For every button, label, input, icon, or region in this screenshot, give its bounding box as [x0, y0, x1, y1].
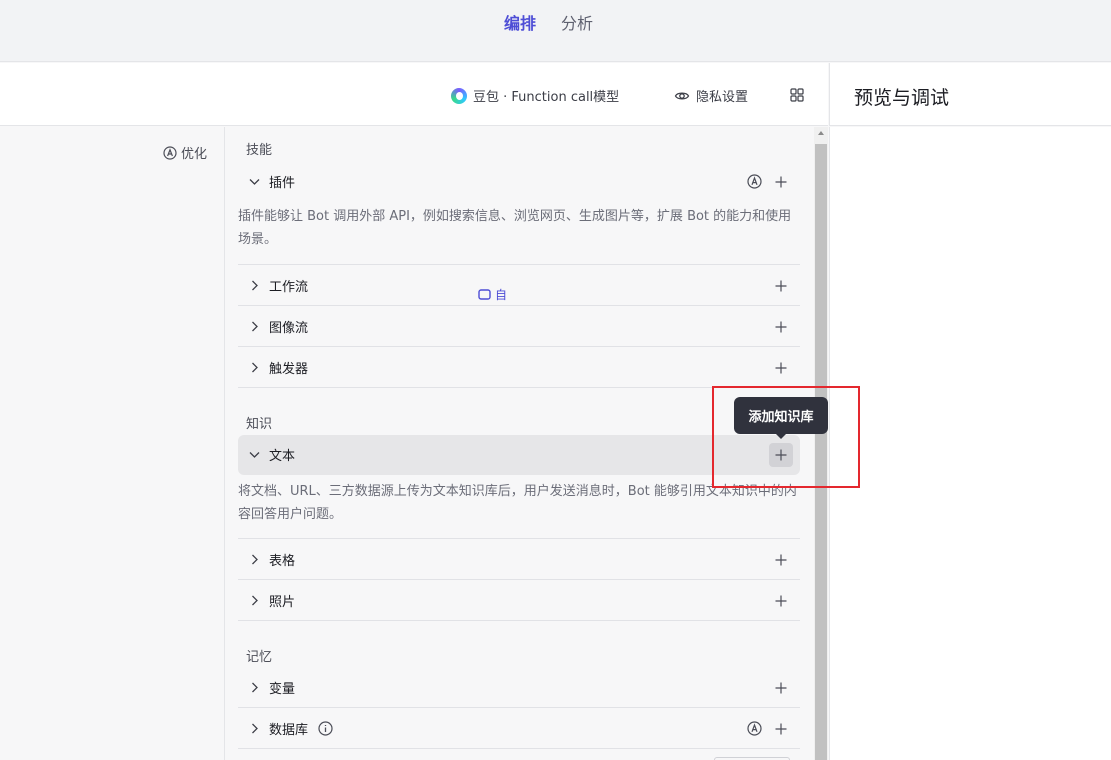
- chevron-down-icon: [249, 452, 260, 458]
- auto-call-icon: [478, 289, 491, 300]
- database-label: 数据库: [269, 723, 309, 738]
- chevron-down-icon: [249, 179, 260, 185]
- info-icon[interactable]: [318, 721, 333, 736]
- preview-header: 预览与调试: [829, 63, 1111, 126]
- trigger-label: 触发器: [269, 362, 309, 377]
- divider: [238, 499, 800, 539]
- knowledge-section-title: 知识: [246, 417, 273, 432]
- auto-a-icon[interactable]: [747, 174, 762, 189]
- trigger-row[interactable]: 触发器: [238, 348, 800, 388]
- plugin-label: 插件: [269, 176, 296, 191]
- eye-icon: [674, 92, 690, 99]
- tab-arrange[interactable]: 编排: [504, 13, 536, 35]
- plus-icon[interactable]: [774, 553, 788, 567]
- editor-toolbar: 豆包 · Function call模型 隐私设置: [0, 63, 828, 126]
- optimize-label: 优化: [181, 147, 208, 162]
- scroll-up-arrow-icon[interactable]: [818, 131, 824, 135]
- plus-icon[interactable]: [774, 594, 788, 608]
- plus-icon[interactable]: [774, 320, 788, 334]
- preview-title: 预览与调试: [854, 87, 950, 109]
- chevron-right-icon: [252, 321, 258, 332]
- model-selector[interactable]: 豆包 · Function call模型: [451, 86, 619, 105]
- model-label: 豆包 · Function call模型: [473, 90, 620, 105]
- imageflow-row[interactable]: 图像流: [238, 307, 800, 347]
- chevron-right-icon: [252, 723, 258, 734]
- plus-icon[interactable]: [774, 681, 788, 695]
- table-knowledge-label: 表格: [269, 554, 296, 569]
- plus-icon[interactable]: [774, 722, 788, 736]
- preview-panel: [829, 127, 1111, 760]
- workflow-row[interactable]: 工作流: [238, 266, 800, 306]
- knowledge-auto-label: 自: [495, 288, 508, 302]
- top-nav-bar: 编排 分析: [0, 0, 1111, 62]
- tab-analysis[interactable]: 分析: [561, 13, 593, 35]
- plus-icon[interactable]: [774, 175, 788, 189]
- memory-section-title: 记忆: [246, 650, 273, 665]
- photo-knowledge-row[interactable]: 照片: [238, 581, 800, 621]
- plus-icon[interactable]: [774, 279, 788, 293]
- photo-knowledge-label: 照片: [269, 595, 296, 610]
- layout-grid-icon[interactable]: [790, 88, 804, 102]
- skills-section-title: 技能: [246, 143, 273, 158]
- privacy-label: 隐私设置: [696, 90, 749, 105]
- divider: [238, 225, 800, 265]
- optimize-button[interactable]: 优化: [163, 143, 207, 162]
- highlight-annotation-box: [712, 386, 860, 488]
- chevron-right-icon: [252, 554, 258, 565]
- plugin-row[interactable]: 插件: [238, 162, 800, 202]
- variable-row[interactable]: 变量: [238, 668, 800, 708]
- variable-label: 变量: [269, 682, 296, 697]
- auto-a-icon: [163, 145, 177, 160]
- auto-a-icon[interactable]: [747, 721, 762, 736]
- text-knowledge-label: 文本: [269, 449, 296, 464]
- knowledge-auto-toggle[interactable]: 自: [478, 286, 507, 303]
- workflow-label: 工作流: [269, 280, 309, 295]
- chevron-right-icon: [252, 595, 258, 606]
- prompt-column: 优化: [0, 127, 225, 760]
- imageflow-label: 图像流: [269, 321, 309, 336]
- table-knowledge-row[interactable]: 表格: [238, 540, 800, 580]
- chevron-right-icon: [252, 682, 258, 693]
- plus-icon[interactable]: [774, 361, 788, 375]
- doubao-logo-icon: [451, 87, 467, 104]
- chevron-right-icon: [252, 362, 258, 373]
- chevron-right-icon: [252, 280, 258, 291]
- privacy-settings-button[interactable]: 隐私设置: [674, 86, 748, 105]
- database-row[interactable]: 数据库: [238, 709, 800, 749]
